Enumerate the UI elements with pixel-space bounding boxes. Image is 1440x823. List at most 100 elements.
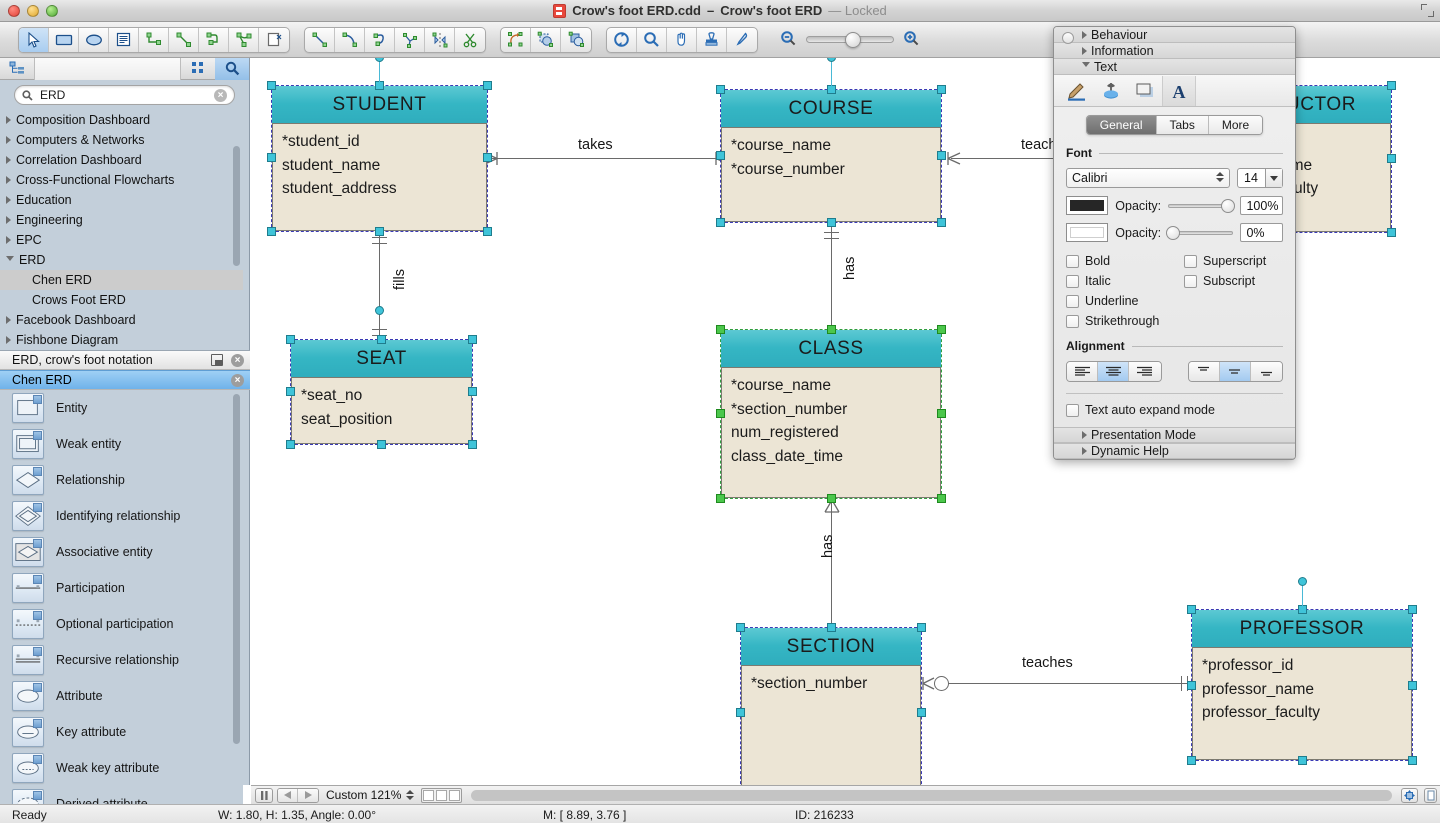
align-left-icon[interactable] <box>1067 362 1098 381</box>
tree-item[interactable]: Cross-Functional Flowcharts <box>0 170 243 190</box>
polyline-tool-button[interactable] <box>395 28 425 52</box>
resize-handle-sw[interactable] <box>716 218 725 227</box>
curved-connector-tool-button[interactable] <box>229 28 259 52</box>
entity-course[interactable]: COURSE *course_name *course_number <box>721 90 941 222</box>
resize-handle-w[interactable] <box>716 151 725 160</box>
subtract-shapes-button[interactable] <box>561 28 591 52</box>
resize-handle-e[interactable] <box>483 153 492 162</box>
resize-handle-w[interactable] <box>716 409 725 418</box>
resize-handle-nw[interactable] <box>736 623 745 632</box>
entity-section[interactable]: SECTION *section_number <box>741 628 921 785</box>
zoom-slider-handle[interactable] <box>845 32 861 48</box>
resize-handle-e[interactable] <box>1408 681 1417 690</box>
zoom-out-icon[interactable] <box>780 30 797 50</box>
elbow-connector-tool-button[interactable] <box>139 28 169 52</box>
stepper-icon[interactable] <box>1216 172 1224 182</box>
tree-item[interactable]: Fishbone Diagram <box>0 330 243 350</box>
connector-fills[interactable] <box>379 230 380 342</box>
resize-handle-ne[interactable] <box>937 325 946 334</box>
page-3-icon[interactable] <box>449 790 460 801</box>
resize-handle-sw[interactable] <box>1187 756 1196 765</box>
checkbox-bold[interactable]: Bold <box>1066 254 1184 268</box>
full-page-icon[interactable] <box>1424 788 1437 803</box>
entity-professor[interactable]: PROFESSOR *professor_id professor_name p… <box>1192 610 1412 760</box>
bg-opacity-value[interactable]: 0% <box>1240 223 1283 242</box>
shape-item-entity[interactable]: Entity <box>0 390 243 426</box>
resize-handle-s[interactable] <box>827 218 836 227</box>
align-middle-icon[interactable] <box>1220 362 1251 381</box>
align-top-icon[interactable] <box>1189 362 1220 381</box>
resize-handle-ne[interactable] <box>1408 605 1417 614</box>
shape-item-key-attribute[interactable]: Key attribute <box>0 714 243 750</box>
maximize-window-button[interactable] <box>46 5 58 17</box>
mirror-tool-button[interactable] <box>425 28 455 52</box>
clear-icon[interactable]: × <box>214 89 227 102</box>
ellipse-tool-button[interactable] <box>79 28 109 52</box>
resize-handle-w[interactable] <box>1187 681 1196 690</box>
resize-handle-e[interactable] <box>917 708 926 717</box>
close-icon[interactable]: × <box>231 354 244 367</box>
resize-handle-nw[interactable] <box>716 325 725 334</box>
entity-class[interactable]: CLASS *course_name *section_number num_r… <box>721 330 941 498</box>
shape-item-participation[interactable]: Participation <box>0 570 243 606</box>
fit-page-icon[interactable] <box>1401 788 1418 803</box>
tree-item-chen-erd[interactable]: Chen ERD <box>0 270 243 290</box>
resize-handle-e[interactable] <box>1387 154 1396 163</box>
properties-section-information[interactable]: Information <box>1054 43 1295 59</box>
resize-handle-nw[interactable] <box>716 85 725 94</box>
resize-handle-e[interactable] <box>468 387 477 396</box>
pause-icon[interactable] <box>255 788 273 803</box>
search-box[interactable]: × <box>14 85 235 105</box>
library-bar-chen-erd[interactable]: Chen ERD × <box>0 370 250 390</box>
close-window-button[interactable] <box>8 5 20 17</box>
align-right-icon[interactable] <box>1129 362 1160 381</box>
resize-handle-ne[interactable] <box>937 85 946 94</box>
straight-connector-tool-button[interactable] <box>169 28 199 52</box>
entity-student[interactable]: STUDENT *student_id student_name student… <box>272 86 487 231</box>
save-icon[interactable] <box>211 354 223 366</box>
eyedropper-button[interactable] <box>727 28 757 52</box>
radio-icon[interactable] <box>1062 32 1074 44</box>
slider-handle[interactable] <box>1221 199 1235 213</box>
window-controls[interactable] <box>8 5 58 17</box>
resize-handle-n[interactable] <box>1298 605 1307 614</box>
hand-pan-button[interactable] <box>667 28 697 52</box>
rotate-shape-button[interactable] <box>501 28 531 52</box>
tree-scrollbar[interactable] <box>233 146 240 266</box>
font-size-select[interactable]: 14 <box>1237 168 1283 188</box>
tree-item-crows-foot-erd[interactable]: Crows Foot ERD <box>0 290 243 310</box>
pen-icon[interactable] <box>1060 76 1094 106</box>
tree-item-erd[interactable]: ERD <box>0 250 243 270</box>
zoom-in-icon[interactable] <box>903 30 920 50</box>
tab-general[interactable]: General <box>1087 116 1157 134</box>
resize-handle-ne[interactable] <box>1387 81 1396 90</box>
rotation-handle[interactable] <box>1298 577 1307 586</box>
checkbox-subscript[interactable]: Subscript <box>1184 274 1283 288</box>
tree-item[interactable]: Engineering <box>0 210 243 230</box>
shapes-scrollbar[interactable] <box>233 394 240 744</box>
rotation-handle[interactable] <box>827 58 836 62</box>
shape-item-weak-key-attribute[interactable]: Weak key attribute <box>0 750 243 786</box>
resize-handle-w[interactable] <box>286 387 295 396</box>
resize-handle-n[interactable] <box>827 623 836 632</box>
rotation-handle[interactable] <box>375 58 384 62</box>
tree-item[interactable]: Facebook Dashboard <box>0 310 243 330</box>
page-2-icon[interactable] <box>436 790 447 801</box>
rotate-view-button[interactable] <box>607 28 637 52</box>
text-format-icon[interactable]: A <box>1162 76 1196 106</box>
tab-more[interactable]: More <box>1209 116 1262 134</box>
pointer-tool-button[interactable] <box>19 28 49 52</box>
next-page-icon[interactable] <box>298 789 318 802</box>
shadow-box-icon[interactable] <box>1128 76 1162 106</box>
shape-item-recursive-relationship[interactable]: Recursive relationship <box>0 642 243 678</box>
page-view-buttons[interactable] <box>421 788 462 803</box>
rounded-connector-tool-button[interactable] <box>199 28 229 52</box>
resize-handle-sw[interactable] <box>267 227 276 236</box>
resize-handle-se[interactable] <box>1408 756 1417 765</box>
spiral-tool-button[interactable] <box>365 28 395 52</box>
grid-view-icon[interactable] <box>181 58 215 80</box>
checkbox-italic[interactable]: Italic <box>1066 274 1184 288</box>
text-color-swatch[interactable] <box>1066 196 1108 215</box>
text-block-tool-button[interactable] <box>109 28 139 52</box>
rectangle-tool-button[interactable] <box>49 28 79 52</box>
